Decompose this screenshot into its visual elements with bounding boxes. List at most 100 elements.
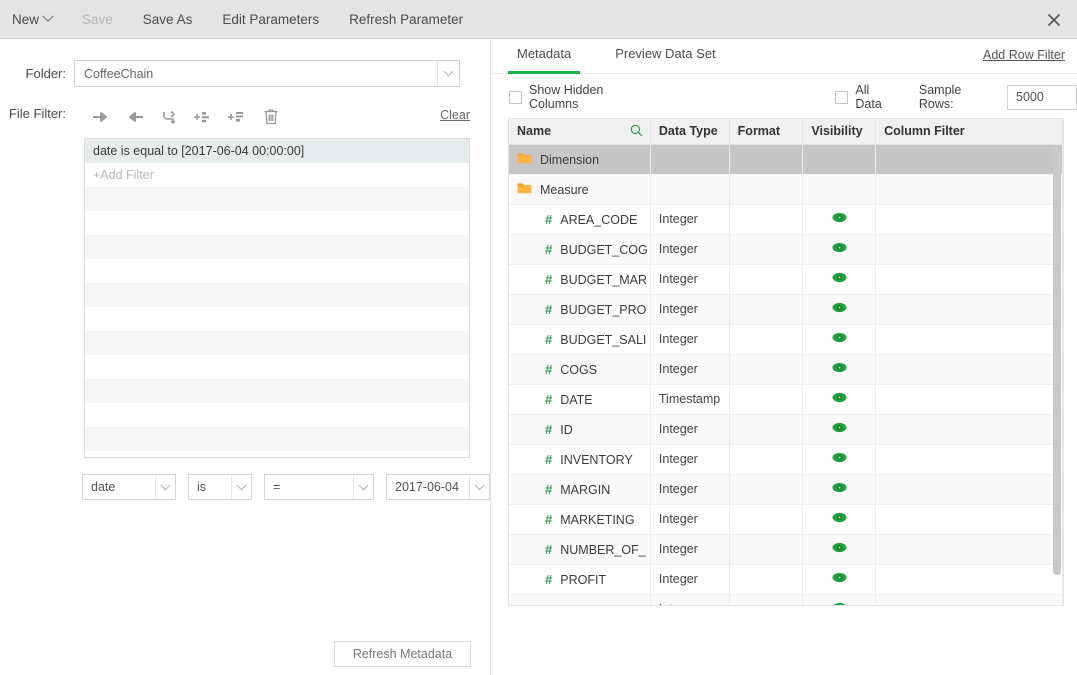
data-type-cell[interactable]: Integer [650, 354, 730, 385]
sample-rows-input[interactable] [1007, 84, 1077, 110]
eye-icon[interactable] [832, 482, 847, 496]
data-type-cell[interactable]: Integer [650, 504, 730, 535]
filter-list-item[interactable]: date is equal to [2017-06-04 00:00:00] [85, 139, 469, 163]
table-row-folder[interactable]: Dimension [509, 144, 1063, 175]
data-type-cell[interactable]: Integer [650, 324, 730, 355]
eye-icon[interactable] [832, 452, 847, 466]
column-header-name[interactable]: Name [509, 119, 651, 145]
data-type-cell[interactable]: Integer [650, 564, 730, 595]
filter-value-select[interactable]: 2017-06-04 [386, 474, 490, 500]
eye-icon[interactable] [832, 332, 847, 346]
eye-icon[interactable] [832, 272, 847, 286]
table-row[interactable]: # AREA_CODE Integer [509, 204, 1063, 235]
format-cell[interactable] [729, 354, 804, 385]
format-cell[interactable] [729, 594, 804, 605]
eye-icon[interactable] [832, 422, 847, 436]
arrow-left-icon[interactable] [118, 104, 152, 130]
arrow-right-icon[interactable] [84, 104, 118, 130]
column-header-format[interactable]: Format [729, 119, 804, 145]
table-scrollbar-thumb[interactable] [1053, 147, 1061, 575]
data-type-cell[interactable]: Integer [650, 234, 730, 265]
column-filter-cell[interactable] [875, 564, 1063, 595]
edit-parameters-button[interactable]: Edit Parameters [222, 12, 319, 27]
tab-metadata[interactable]: Metadata [507, 40, 581, 74]
data-type-cell[interactable]: Integer [650, 204, 730, 235]
eye-icon[interactable] [832, 212, 847, 226]
column-filter-cell[interactable] [875, 144, 1063, 175]
format-cell[interactable] [729, 204, 804, 235]
column-filter-cell[interactable] [875, 204, 1063, 235]
format-cell[interactable] [729, 264, 804, 295]
add-condition-icon[interactable] [186, 104, 220, 130]
new-menu-button[interactable]: New [12, 10, 54, 27]
column-filter-cell[interactable] [875, 324, 1063, 355]
visibility-cell[interactable] [802, 534, 877, 565]
format-cell[interactable] [729, 294, 804, 325]
visibility-cell[interactable] [802, 414, 877, 445]
visibility-cell[interactable] [802, 234, 877, 265]
column-filter-cell[interactable] [875, 234, 1063, 265]
table-row[interactable]: # BUDGET_PRO Integer [509, 294, 1063, 325]
table-row[interactable]: # BUDGET_SALI Integer [509, 324, 1063, 355]
eye-icon[interactable] [832, 302, 847, 316]
data-type-cell[interactable] [650, 144, 730, 175]
column-filter-cell[interactable] [875, 174, 1063, 205]
visibility-cell[interactable] [802, 474, 877, 505]
eye-icon[interactable] [832, 602, 847, 605]
chevron-down-icon[interactable] [437, 61, 459, 86]
table-row[interactable]: # MARGIN Integer [509, 474, 1063, 505]
visibility-cell[interactable] [802, 384, 877, 415]
column-filter-cell[interactable] [875, 414, 1063, 445]
table-row[interactable]: # BUDGET_MAR Integer [509, 264, 1063, 295]
column-header-column-filter[interactable]: Column Filter [875, 119, 1063, 145]
data-type-cell[interactable]: Integer [650, 534, 730, 565]
visibility-cell[interactable] [802, 264, 877, 295]
filter-comparison-select[interactable]: = [264, 474, 374, 500]
search-icon[interactable] [630, 124, 643, 140]
chevron-down-icon[interactable] [469, 475, 489, 499]
data-type-cell[interactable]: Integer [650, 474, 730, 505]
data-type-cell[interactable]: Integer [650, 594, 730, 605]
clear-filter-link[interactable]: Clear [440, 108, 470, 122]
table-row[interactable]: # BUDGET_COG Integer [509, 234, 1063, 265]
add-group-icon[interactable] [220, 104, 254, 130]
eye-icon[interactable] [832, 392, 847, 406]
trash-icon[interactable] [254, 104, 288, 130]
visibility-cell[interactable] [802, 354, 877, 385]
save-button[interactable]: Save [82, 12, 113, 27]
column-filter-cell[interactable] [875, 594, 1063, 605]
format-cell[interactable] [729, 504, 804, 535]
data-type-cell[interactable] [650, 174, 730, 205]
format-cell[interactable] [729, 174, 804, 205]
column-filter-cell[interactable] [875, 444, 1063, 475]
chevron-down-icon[interactable] [231, 475, 251, 499]
format-cell[interactable] [729, 234, 804, 265]
table-row[interactable]: # PROFIT Integer [509, 564, 1063, 595]
data-type-cell[interactable]: Integer [650, 294, 730, 325]
data-type-cell[interactable]: Integer [650, 264, 730, 295]
filter-operator-select[interactable]: is [188, 474, 252, 500]
format-cell[interactable] [729, 414, 804, 445]
table-row[interactable]: # COGS Integer [509, 354, 1063, 385]
data-type-cell[interactable]: Integer [650, 444, 730, 475]
refresh-parameter-button[interactable]: Refresh Parameter [349, 12, 463, 27]
table-row[interactable]: # MARKETING Integer [509, 504, 1063, 535]
eye-icon[interactable] [832, 572, 847, 586]
visibility-cell[interactable] [802, 174, 877, 205]
save-as-button[interactable]: Save As [143, 12, 193, 27]
data-type-cell[interactable]: Integer [650, 414, 730, 445]
column-filter-cell[interactable] [875, 504, 1063, 535]
add-row-filter-link[interactable]: Add Row Filter [983, 48, 1065, 62]
add-filter-item[interactable]: +Add Filter [85, 163, 469, 187]
format-cell[interactable] [729, 324, 804, 355]
visibility-cell[interactable] [802, 444, 877, 475]
format-cell[interactable] [729, 144, 804, 175]
visibility-cell[interactable] [802, 594, 877, 605]
column-filter-cell[interactable] [875, 474, 1063, 505]
folder-select[interactable]: CoffeeChain [74, 60, 460, 87]
table-row[interactable]: # ID Integer [509, 414, 1063, 445]
visibility-cell[interactable] [802, 294, 877, 325]
format-cell[interactable] [729, 384, 804, 415]
column-filter-cell[interactable] [875, 354, 1063, 385]
column-header-visibility[interactable]: Visibility [802, 119, 877, 145]
